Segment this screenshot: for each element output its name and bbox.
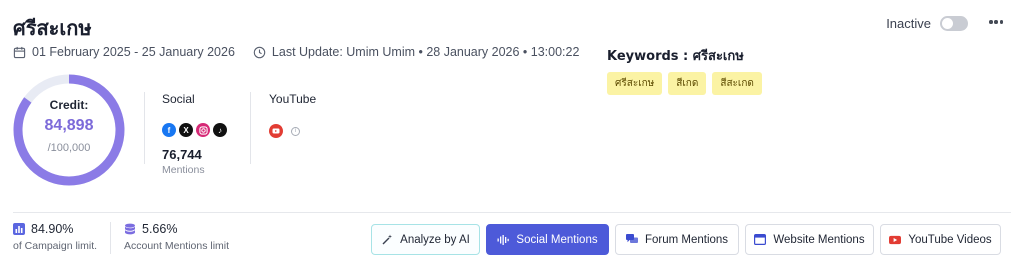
magic-wand-icon	[381, 234, 393, 246]
keywords-heading: Keywords : ศรีสะเกษ	[607, 49, 744, 64]
keyword-tag: สีสะเกด	[712, 72, 762, 95]
clock-icon	[253, 46, 266, 58]
social-mentions-unit: Mentions	[162, 164, 205, 176]
status-toggle-group: Inactive	[886, 16, 968, 31]
divider	[144, 92, 145, 164]
x-icon: X	[179, 123, 193, 137]
date-range-text: 01 February 2025 - 25 January 2026	[32, 45, 235, 59]
forum-mentions-label: Forum Mentions	[644, 233, 729, 246]
sound-wave-icon	[497, 234, 510, 246]
analyze-ai-label: Analyze by AI	[400, 233, 470, 246]
website-mentions-button[interactable]: Website Mentions	[745, 224, 874, 255]
keyword-tag: ศรีสะเกษ	[607, 72, 663, 95]
account-limit-stat: 5.66% Account Mentions limit	[124, 222, 229, 252]
instagram-icon	[196, 123, 210, 137]
account-limit-desc: Account Mentions limit	[124, 240, 230, 252]
page-title: ศรีสะเกษ	[13, 16, 92, 40]
campaign-limit-stat: 84.90% of Campaign limit.	[13, 222, 97, 252]
divider	[110, 222, 111, 254]
youtube-icon	[889, 234, 902, 246]
calendar-icon	[13, 46, 26, 58]
database-icon	[125, 223, 135, 235]
credit-summary: Credit: 84,898 /100,000	[12, 73, 126, 187]
browser-window-icon	[754, 234, 767, 246]
social-icons: f X ♪	[162, 123, 227, 137]
youtube-videos-label: YouTube Videos	[908, 233, 992, 246]
facebook-icon: f	[162, 123, 176, 137]
social-mentions-count: 76,744	[162, 147, 202, 162]
campaign-limit-value: 84.90%	[31, 222, 74, 236]
status-toggle[interactable]	[940, 16, 968, 31]
social-mentions-button[interactable]: Social Mentions	[486, 224, 609, 255]
analyze-ai-button[interactable]: Analyze by AI	[371, 224, 480, 255]
keywords-panel: Keywords : ศรีสะเกษ ศรีสะเกษ สีเกด สีสะเ…	[607, 45, 762, 95]
bar-chart-icon	[13, 223, 25, 235]
meta-row: 01 February 2025 - 25 January 2026 Last …	[13, 45, 579, 59]
social-mentions-label: Social Mentions	[516, 233, 598, 246]
credit-max: /100,000	[47, 142, 91, 154]
keyword-tags: ศรีสะเกษ สีเกด สีสะเกด	[607, 72, 762, 95]
last-update: Last Update: Umim Umim • 28 January 2026…	[253, 45, 580, 59]
youtube-panel: YouTube i	[269, 92, 316, 138]
forum-mentions-button[interactable]: Forum Mentions	[615, 224, 739, 255]
social-panel: Social f X ♪ 76,744 Mentions	[162, 92, 227, 176]
account-limit-value: 5.66%	[142, 222, 178, 236]
date-range: 01 February 2025 - 25 January 2026	[13, 45, 235, 59]
youtube-icon	[269, 124, 283, 138]
divider	[250, 92, 251, 164]
section-divider	[13, 212, 1011, 213]
tiktok-icon: ♪	[213, 123, 227, 137]
status-label: Inactive	[886, 16, 931, 31]
keyword-tag: สีเกด	[668, 72, 707, 95]
youtube-icons: i	[269, 124, 316, 138]
more-options-icon[interactable]	[989, 14, 1003, 30]
social-heading: Social	[162, 92, 195, 106]
info-icon[interactable]: i	[291, 126, 300, 136]
campaign-limit-desc: of Campaign limit.	[13, 240, 98, 252]
website-mentions-label: Website Mentions	[773, 233, 865, 246]
forum-icon	[625, 234, 638, 246]
credit-value: 84,898	[44, 117, 94, 134]
last-update-text: Last Update: Umim Umim • 28 January 2026…	[271, 45, 580, 59]
credit-label: Credit:	[49, 98, 89, 112]
youtube-heading: YouTube	[269, 92, 317, 106]
youtube-videos-button[interactable]: YouTube Videos	[880, 224, 1001, 255]
